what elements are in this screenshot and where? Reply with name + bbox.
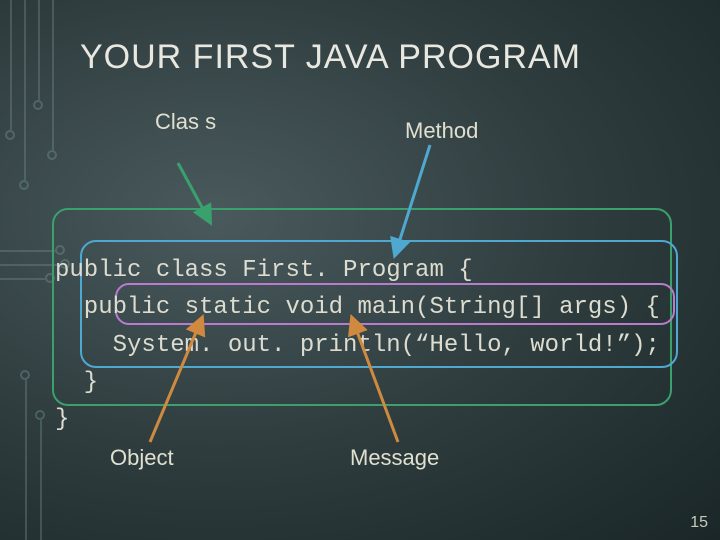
circuit-decoration	[0, 264, 60, 266]
circuit-decoration	[33, 100, 43, 110]
circuit-decoration	[0, 278, 45, 280]
circuit-decoration	[20, 370, 30, 380]
circuit-decoration	[10, 0, 12, 130]
circuit-decoration	[19, 180, 29, 190]
circuit-decoration	[0, 250, 55, 252]
circuit-decoration	[35, 410, 45, 420]
label-message: Message	[350, 445, 439, 471]
circuit-decoration	[38, 0, 40, 100]
circuit-decoration	[25, 380, 27, 540]
code-line: public static void main(String[] args) {	[55, 294, 660, 321]
label-object: Object	[110, 445, 174, 471]
circuit-decoration	[24, 0, 26, 180]
label-class: Clas s	[155, 110, 216, 133]
code-line: public class First. Program {	[55, 257, 473, 284]
label-method: Method	[405, 118, 478, 144]
code-block: public class First. Program { public sta…	[55, 215, 660, 438]
circuit-decoration	[47, 150, 57, 160]
code-line: }	[55, 369, 98, 396]
circuit-decoration	[52, 0, 54, 150]
circuit-decoration	[40, 420, 42, 540]
page-number: 15	[690, 514, 708, 532]
circuit-decoration	[5, 130, 15, 140]
slide-title: YOUR FIRST JAVA PROGRAM	[80, 38, 581, 77]
code-line: }	[55, 406, 69, 433]
code-line: System. out. println(“Hello, world!”);	[55, 332, 660, 359]
